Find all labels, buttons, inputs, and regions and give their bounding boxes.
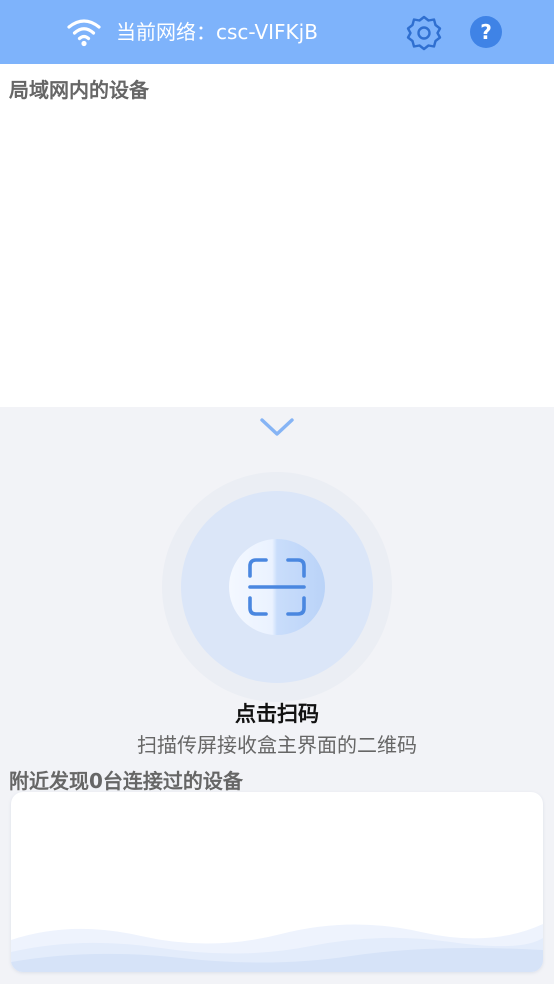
nearby-devices-title: 附近发现0台连接过的设备 xyxy=(9,769,243,793)
help-icon[interactable]: ? xyxy=(470,16,502,48)
wifi-icon xyxy=(67,19,101,47)
current-network-label: 当前网络：csc-VIFKjB xyxy=(116,20,318,44)
scan-subtitle: 扫描传屏接收盒主界面的二维码 xyxy=(137,733,417,757)
wave-decoration xyxy=(11,924,543,972)
scan-button[interactable] xyxy=(181,491,373,683)
chevron-down-icon[interactable] xyxy=(258,414,296,440)
lan-devices-title: 局域网内的设备 xyxy=(9,78,149,102)
top-bar: 当前网络：csc-VIFKjB ? xyxy=(0,0,554,64)
nearby-devices-list xyxy=(11,792,543,972)
scan-title[interactable]: 点击扫码 xyxy=(0,698,554,728)
lan-devices-panel: 局域网内的设备 xyxy=(0,64,554,407)
gear-icon[interactable] xyxy=(404,13,444,53)
scan-icon xyxy=(248,558,306,616)
